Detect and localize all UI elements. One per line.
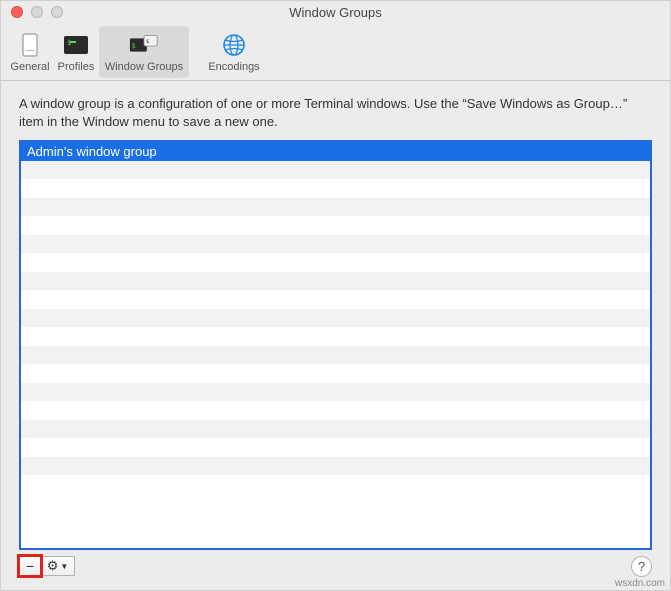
- actions-menu-button[interactable]: ⚙ ▼: [41, 556, 75, 576]
- window-groups-icon: $ $: [128, 31, 160, 59]
- minimize-icon[interactable]: [31, 6, 43, 18]
- list-item[interactable]: [21, 346, 650, 365]
- chevron-down-icon: ▼: [60, 562, 68, 571]
- zoom-icon[interactable]: [51, 6, 63, 18]
- tab-encodings[interactable]: Encodings: [189, 26, 279, 78]
- list-item[interactable]: [21, 457, 650, 476]
- minus-icon: −: [26, 558, 34, 574]
- help-button[interactable]: ?: [631, 556, 652, 577]
- general-icon: [14, 31, 46, 59]
- list-item[interactable]: [21, 309, 650, 328]
- tab-general[interactable]: General: [7, 26, 53, 78]
- list-item[interactable]: [21, 161, 650, 180]
- list-item[interactable]: [21, 420, 650, 439]
- tab-label: Window Groups: [105, 61, 183, 73]
- titlebar: Window Groups: [1, 1, 670, 23]
- list-item[interactable]: [21, 327, 650, 346]
- list-item[interactable]: [21, 179, 650, 198]
- preferences-window: Window Groups General $ Profiles: [0, 0, 671, 591]
- list-item[interactable]: [21, 235, 650, 254]
- profiles-icon: $: [60, 31, 92, 59]
- tab-window-groups[interactable]: $ $ Window Groups: [99, 26, 189, 78]
- list-footer: − ⚙ ▼ ?: [19, 554, 652, 578]
- svg-text:$: $: [132, 41, 136, 49]
- traffic-lights: [1, 6, 63, 18]
- list-item[interactable]: [21, 475, 650, 494]
- encodings-icon: [218, 31, 250, 59]
- description-text: A window group is a configuration of one…: [19, 95, 652, 130]
- button-group: − ⚙ ▼: [19, 556, 75, 576]
- list-item[interactable]: [21, 438, 650, 457]
- remove-button[interactable]: −: [19, 556, 41, 576]
- watermark: wsxdn.com: [615, 578, 665, 589]
- window-title: Window Groups: [1, 5, 670, 20]
- list-item[interactable]: [21, 272, 650, 291]
- list-item[interactable]: [21, 198, 650, 217]
- list-item[interactable]: [21, 216, 650, 235]
- list-item[interactable]: [21, 383, 650, 402]
- help-icon: ?: [638, 559, 645, 574]
- list-item[interactable]: [21, 253, 650, 272]
- gear-icon: ⚙: [47, 558, 59, 574]
- tab-label: Encodings: [208, 61, 259, 73]
- list-item[interactable]: [21, 401, 650, 420]
- tab-label: General: [10, 61, 49, 73]
- list-item[interactable]: [21, 364, 650, 383]
- tab-profiles[interactable]: $ Profiles: [53, 26, 99, 78]
- window-group-list[interactable]: Admin's window group: [19, 140, 652, 550]
- list-item[interactable]: Admin's window group: [21, 142, 650, 161]
- close-icon[interactable]: [11, 6, 23, 18]
- toolbar: General $ Profiles $ $ Window: [1, 23, 670, 81]
- tab-label: Profiles: [58, 61, 95, 73]
- content-area: A window group is a configuration of one…: [1, 81, 670, 590]
- list-item[interactable]: [21, 290, 650, 309]
